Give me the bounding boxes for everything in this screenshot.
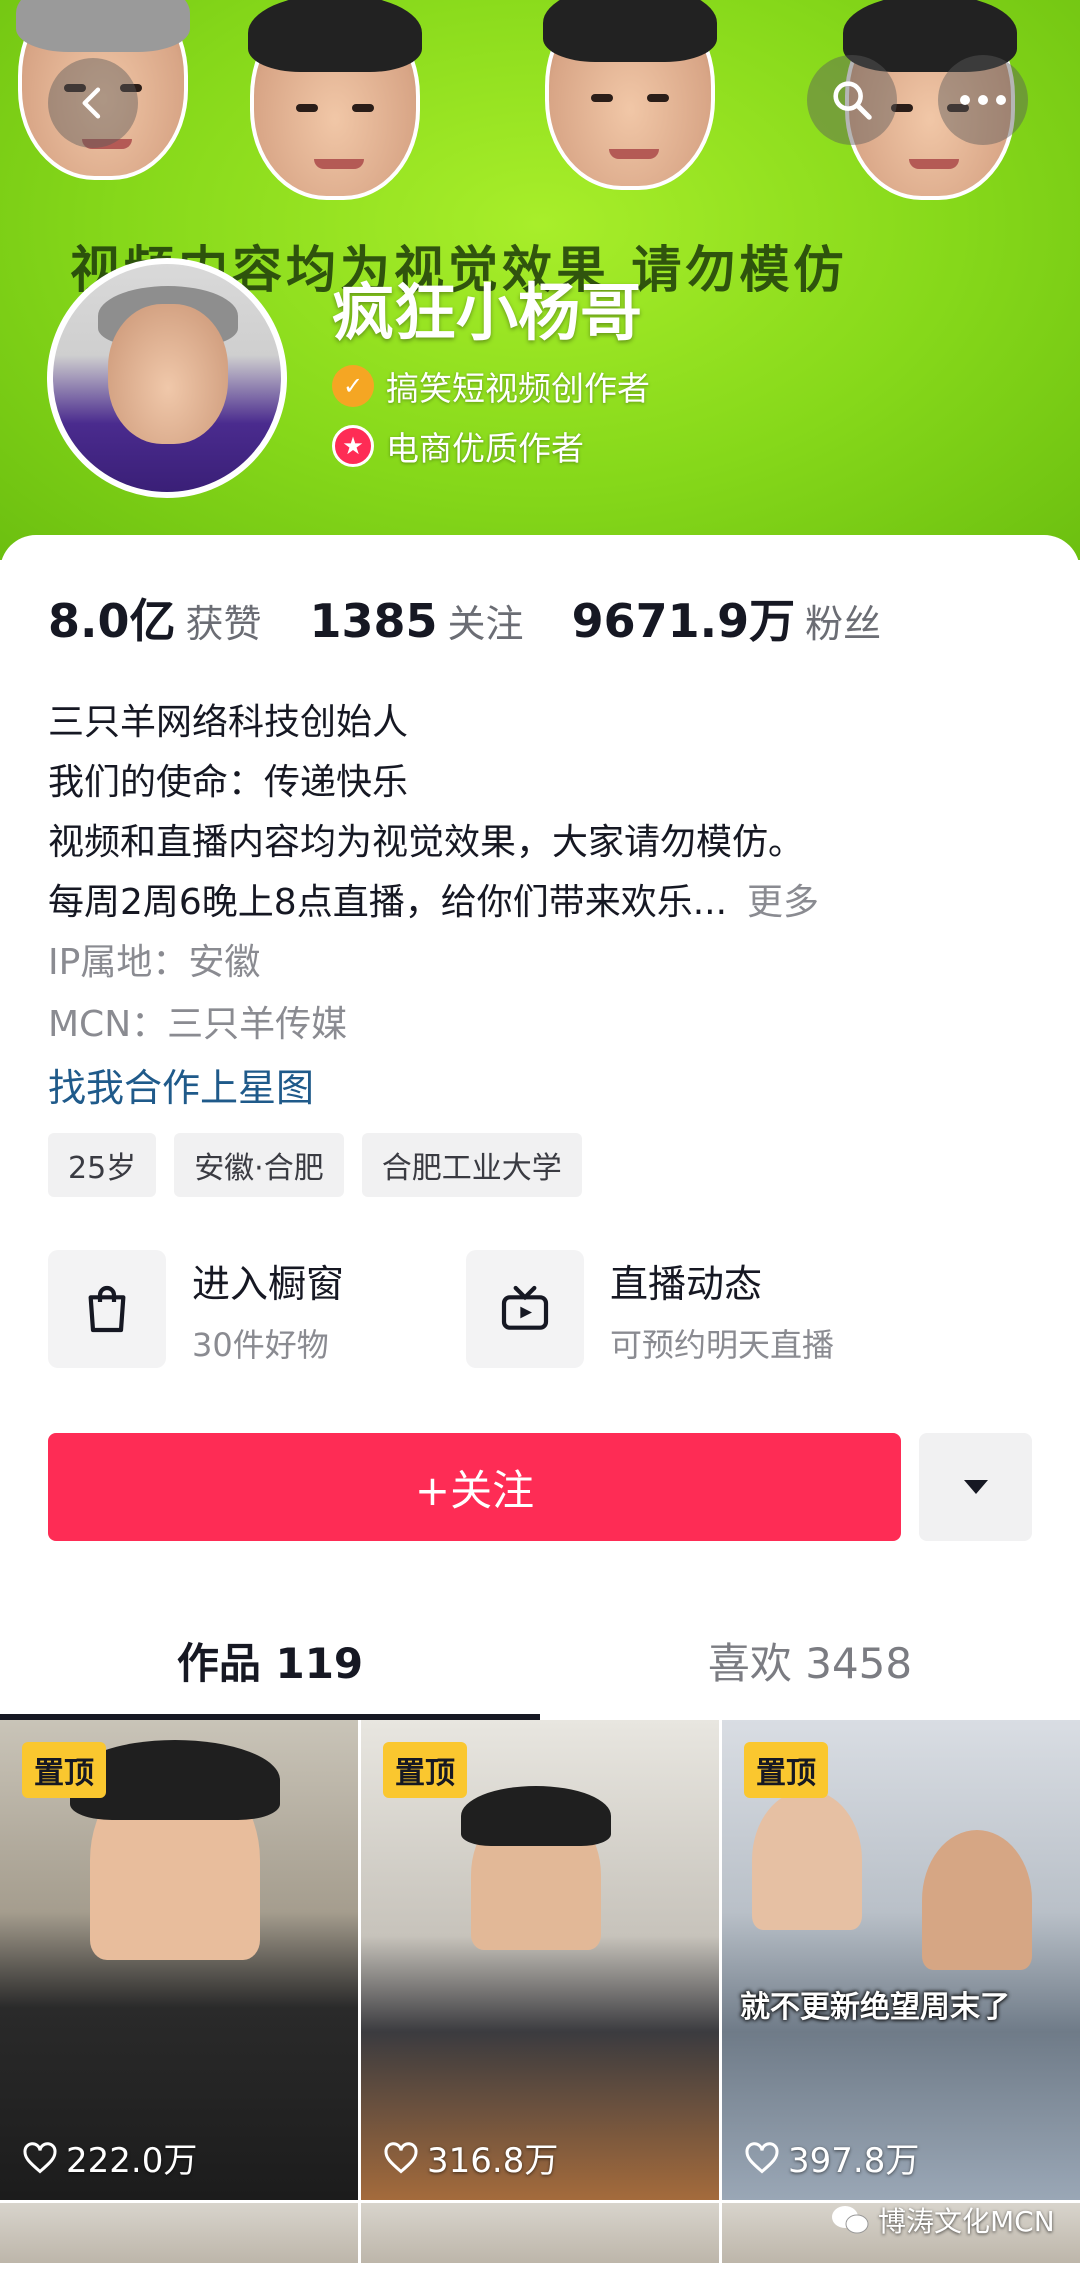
video-likes: 222.0万 — [22, 2133, 197, 2182]
chevron-left-icon — [82, 87, 101, 119]
shop-window-subtitle: 30件好物 — [192, 1325, 329, 1364]
video-thumbnail[interactable]: 置顶 222.0万 — [0, 1720, 358, 2200]
ip-location: IP属地：安徽 — [48, 942, 261, 983]
video-thumbnail[interactable]: 置顶 316.8万 — [361, 1720, 719, 2200]
video-grid: 置顶 222.0万 置顶 316.8万 置顶 就不更新绝望周末了 397.8万 — [0, 1720, 1080, 2263]
mcn-info: MCN：三只羊传媒 — [48, 1004, 348, 1045]
search-icon — [833, 81, 872, 120]
tab-works[interactable]: 作品 119 — [0, 1600, 540, 1720]
stat-followers-label: 粉丝 — [805, 602, 882, 646]
search-button[interactable] — [807, 55, 897, 145]
tag-school[interactable]: 合肥工业大学 — [361, 1133, 582, 1197]
watermark-text: 博涛文化MCN — [878, 2205, 1055, 2238]
wechat-icon — [832, 2206, 869, 2234]
banner-face-3 — [543, 0, 717, 190]
creator-badge[interactable]: ✓ 搞笑短视频创作者 — [332, 362, 650, 410]
back-button[interactable] — [48, 58, 138, 148]
video-thumbnail[interactable]: 置顶 就不更新绝望周末了 397.8万 — [722, 1720, 1080, 2200]
bio-line: 视频和直播内容均为视觉效果，大家请勿模仿。 — [48, 822, 805, 863]
starmap-cooperation-link[interactable]: 找我合作上星图 — [48, 1057, 314, 1112]
video-likes: 316.8万 — [383, 2133, 558, 2182]
stat-following-label: 关注 — [447, 602, 524, 646]
live-updates-subtitle: 可预约明天直播 — [610, 1325, 835, 1364]
profile-bio: 三只羊网络科技创始人 我们的使命：传递快乐 视频和直播内容均为视觉效果，大家请勿… — [48, 693, 819, 933]
heart-outline-icon — [384, 2141, 418, 2173]
stat-following[interactable]: 1385 关注 — [310, 593, 524, 648]
bio-line: 三只羊网络科技创始人 — [48, 702, 409, 743]
video-thumbnail[interactable] — [361, 2203, 719, 2263]
tab-liked[interactable]: 喜欢 3458 — [540, 1600, 1080, 1720]
stat-likes-value: 8.0亿 — [48, 594, 176, 648]
video-thumbnail[interactable] — [0, 2203, 358, 2263]
profile-card: 8.0亿 获赞 1385 关注 9671.9万 粉丝 三只羊网络科技创始人 我们… — [0, 535, 1080, 2273]
stat-likes[interactable]: 8.0亿 获赞 — [48, 585, 262, 651]
video-likes-count: 222.0万 — [66, 2141, 198, 2181]
profile-stats: 8.0亿 获赞 1385 关注 9671.9万 粉丝 — [48, 585, 929, 651]
verified-check-icon: ✓ — [332, 365, 374, 407]
video-likes: 397.8万 — [744, 2133, 919, 2182]
profile-avatar[interactable] — [47, 258, 287, 498]
profile-banner: 视频内容均为视觉效果 请勿模仿 疯狂小杨哥 ✓ 搞笑短视频创作者 ★ 电商优质作… — [0, 0, 1080, 560]
recommend-dropdown-button[interactable] — [919, 1433, 1032, 1541]
stat-followers[interactable]: 9671.9万 粉丝 — [572, 585, 882, 651]
tv-live-icon — [466, 1250, 584, 1368]
shopping-bag-icon — [48, 1250, 166, 1368]
heart-outline-icon — [745, 2141, 779, 2173]
bio-more-link[interactable]: 更多 — [747, 882, 819, 923]
content-tabs: 作品 119 喜欢 3458 — [0, 1600, 1080, 1720]
bio-line-last: 每周2周6晚上8点直播，给你们带来欢乐... 更多 — [48, 873, 819, 933]
bio-line: 每周2周6晚上8点直播，给你们带来欢乐... — [48, 882, 728, 923]
stat-followers-value: 9671.9万 — [571, 594, 796, 648]
ecommerce-badge[interactable]: ★ 电商优质作者 — [332, 422, 584, 470]
creator-badge-label: 搞笑短视频创作者 — [386, 369, 650, 408]
pinned-badge: 置顶 — [383, 1742, 467, 1798]
tag-age[interactable]: 25岁 — [48, 1133, 157, 1197]
shop-window-title: 进入橱窗 — [192, 1261, 345, 1306]
video-likes-count: 316.8万 — [427, 2141, 559, 2181]
more-dots-icon — [960, 95, 1006, 105]
stat-following-value: 1385 — [309, 594, 438, 648]
video-likes-count: 397.8万 — [788, 2141, 920, 2181]
bio-line: 我们的使命：传递快乐 — [48, 762, 409, 803]
profile-shortcuts: 进入橱窗 30件好物 直播动态 可预约明天直播 — [48, 1250, 884, 1368]
stat-likes-label: 获赞 — [185, 602, 262, 646]
video-caption: 就不更新绝望周末了 — [740, 1990, 1010, 2025]
pinned-badge: 置顶 — [22, 1742, 106, 1798]
heart-outline-icon — [23, 2141, 57, 2173]
pinned-badge: 置顶 — [744, 1742, 828, 1798]
follow-button[interactable]: +关注 — [48, 1433, 901, 1541]
tag-location[interactable]: 安徽·合肥 — [174, 1133, 344, 1197]
profile-nickname: 疯狂小杨哥 — [332, 276, 643, 349]
live-updates-entry[interactable]: 直播动态 可预约明天直播 — [466, 1250, 884, 1368]
banner-face-2 — [248, 0, 422, 200]
more-options-button[interactable] — [938, 55, 1028, 145]
shop-window-entry[interactable]: 进入橱窗 30件好物 — [48, 1250, 466, 1368]
profile-tags: 25岁 安徽·合肥 合肥工业大学 — [48, 1133, 582, 1197]
ecommerce-badge-label: 电商优质作者 — [386, 429, 584, 468]
star-badge-icon: ★ — [332, 425, 374, 467]
caret-down-icon — [963, 1480, 988, 1494]
watermark: 博涛文化MCN — [830, 2200, 1055, 2240]
live-updates-title: 直播动态 — [610, 1261, 763, 1306]
